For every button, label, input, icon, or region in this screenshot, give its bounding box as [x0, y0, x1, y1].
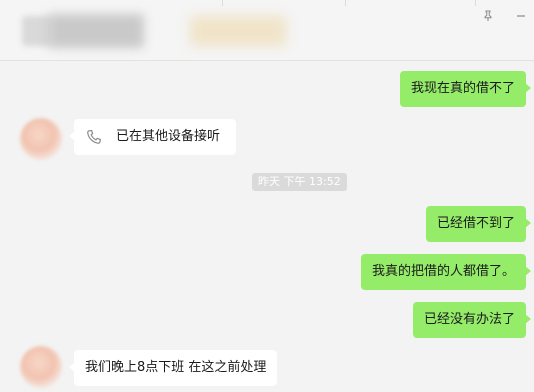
pin-icon[interactable]	[482, 10, 494, 22]
chat-header	[0, 0, 534, 60]
header-divider-mark	[475, 0, 476, 6]
message-outgoing[interactable]: 已经没有办法了	[412, 302, 532, 338]
call-record-bubble[interactable]: 已在其他设备接听	[69, 119, 236, 155]
sender-avatar[interactable]	[20, 346, 62, 388]
message-incoming[interactable]: 我们晚上8点下班 在这之前处理	[68, 350, 278, 386]
message-outgoing[interactable]: 我真的把借的人都借了。	[360, 254, 532, 290]
message-text: 我们晚上8点下班 在这之前处理	[85, 360, 267, 375]
timestamp-divider: 昨天 下午 13:52	[252, 173, 347, 191]
message-outgoing[interactable]: 已经借不到了	[425, 206, 532, 242]
message-text: 我真的把借的人都借了。	[371, 264, 515, 279]
phone-icon	[87, 129, 101, 144]
message-text: 已经借不到了	[436, 216, 515, 231]
contact-name-redacted	[48, 14, 144, 48]
message-text: 已经没有办法了	[423, 312, 515, 327]
contact-info-redacted	[190, 16, 286, 46]
message-outgoing[interactable]: 我现在真的借不了	[399, 71, 532, 107]
minimize-icon[interactable]	[515, 10, 527, 22]
header-divider-mark	[222, 0, 223, 6]
header-divider-mark	[345, 0, 346, 6]
header-divider	[0, 60, 534, 61]
sender-avatar[interactable]	[20, 118, 62, 160]
message-text: 我现在真的借不了	[410, 81, 515, 96]
call-status-text: 已在其他设备接听	[116, 129, 221, 144]
